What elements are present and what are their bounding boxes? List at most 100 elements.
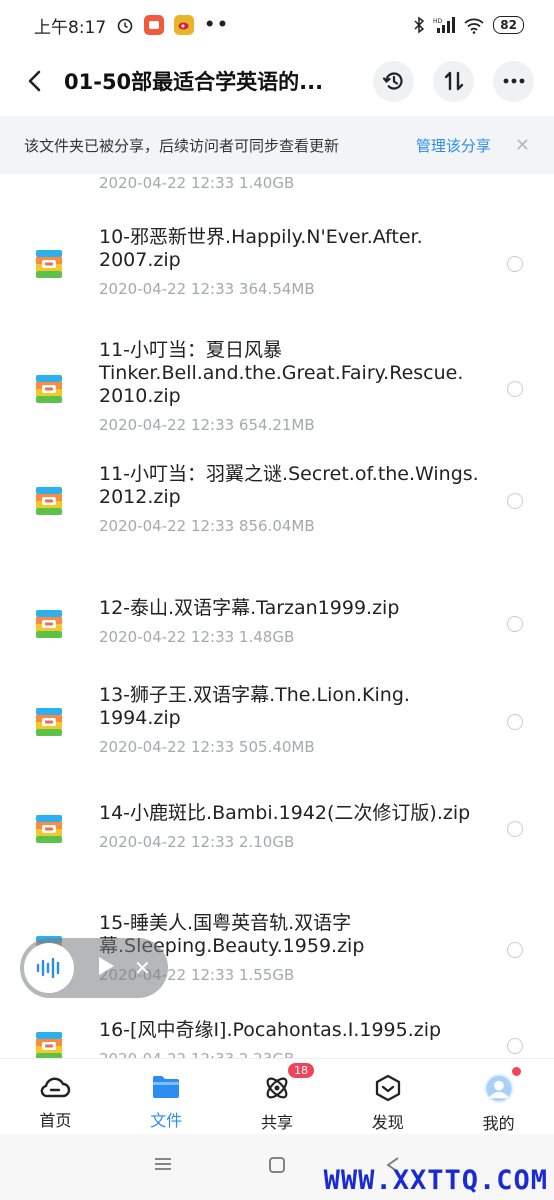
file-name: 12-泰山.双语字幕.Tarzan1999.zip: [99, 597, 479, 620]
file-meta: 2020-04-22 12:33 364.54MB: [99, 280, 315, 298]
select-radio[interactable]: [507, 256, 523, 272]
file-row[interactable]: 12-泰山.双语字幕.Tarzan1999.zip 2020-04-22 12:3…: [0, 597, 554, 660]
header: 01-50部最适合学英语的...: [0, 50, 554, 112]
zip-file-icon: [36, 609, 62, 638]
notification-badge: 18: [288, 1063, 315, 1078]
nav-item-home[interactable]: 首页: [0, 1059, 111, 1134]
file-name-line: 15-睡美人.国粤英音轨.双语字: [99, 912, 352, 934]
file-name-line: 11-小叮当：羽翼之谜.Secret.of.the.Wings.: [99, 463, 479, 485]
file-meta: 2020-04-22 12:33 505.40MB: [99, 738, 315, 756]
nav-item-files[interactable]: 文件: [111, 1059, 222, 1134]
nav-item-discover[interactable]: 发现: [332, 1059, 443, 1134]
status-bar: 上午8:17 •• HD 82: [0, 0, 554, 50]
file-name: 11-小叮当：羽翼之谜.Secret.of.the.Wings. 2012.zip: [99, 463, 479, 509]
sort-icon: [444, 71, 463, 91]
weibo-icon: [174, 15, 195, 35]
nav-label: 首页: [39, 1111, 72, 1130]
bluetooth-icon: [413, 16, 425, 34]
nav-label: 共享: [260, 1113, 293, 1132]
file-name: 16-[风中奇缘I].Pocahontas.I.1995.zip: [99, 1019, 479, 1042]
history-button[interactable]: [373, 60, 414, 102]
nav-item-share[interactable]: 18 共享: [222, 1059, 333, 1134]
wifi-icon: [463, 16, 485, 34]
select-radio[interactable]: [507, 942, 523, 958]
file-row[interactable]: 14-小鹿斑比.Bambi.1942(二次修订版).zip 2020-04-22 …: [0, 802, 554, 865]
file-name: 13-狮子王.双语字幕.The.Lion.King. 1994.zip: [99, 684, 479, 730]
file-name-line: 14-小鹿斑比.Bambi.1942(二次修订版).zip: [99, 802, 471, 824]
file-row[interactable]: 11-小叮当：夏日风暴 Tinker.Bell.and.the.Great.Fai…: [0, 339, 554, 448]
file-name-line: 2012.zip: [99, 486, 181, 508]
home-square-icon[interactable]: [268, 1156, 286, 1178]
file-name-line: 11-小叮当：夏日风暴: [99, 339, 283, 361]
nav-item-me[interactable]: 我的: [443, 1059, 554, 1134]
file-meta: 2020-04-22 12:33 2.23GB: [99, 1050, 294, 1058]
sort-button[interactable]: [433, 60, 474, 102]
zip-file-icon: [36, 250, 62, 278]
discover-cube-icon: [375, 1074, 400, 1102]
file-name: 11-小叮当：夏日风暴 Tinker.Bell.and.the.Great.Fai…: [99, 339, 479, 408]
more-button[interactable]: [493, 60, 534, 102]
back-button[interactable]: [20, 61, 50, 101]
file-meta: 2020-04-22 12:33 1.48GB: [99, 628, 295, 646]
nav-label: 我的: [482, 1114, 515, 1133]
file-name-line: 2010.zip: [99, 385, 181, 407]
nav-label: 文件: [150, 1111, 183, 1130]
zip-file-icon: [36, 374, 62, 403]
file-name: 14-小鹿斑比.Bambi.1942(二次修订版).zip: [99, 802, 479, 825]
more-dots-icon: [503, 78, 524, 84]
file-name-line: 10-邪恶新世界.Happily.N'Ever.After.: [99, 226, 423, 248]
app-notification-icon: [144, 15, 165, 35]
bottom-nav: 首页 文件 18 共享 发现 我的: [0, 1058, 554, 1134]
cloud-icon: [41, 1077, 71, 1098]
file-meta: 2020-04-22 12:33 654.21MB: [99, 416, 315, 434]
file-list: 2020-04-22 12:33 1.40GB 10-邪恶新世界.Happily…: [0, 174, 554, 1058]
nav-label: 发现: [371, 1113, 404, 1132]
battery-indicator: 82: [493, 16, 524, 34]
file-row[interactable]: 13-狮子王.双语字幕.The.Lion.King. 1994.zip 2020-0…: [0, 684, 554, 770]
share-atom-icon: [266, 1077, 288, 1099]
file-meta: 2020-04-22 12:33 2.10GB: [99, 833, 295, 851]
select-radio[interactable]: [507, 615, 523, 632]
notification-dot: [511, 1067, 521, 1076]
select-radio[interactable]: [507, 493, 523, 509]
select-radio[interactable]: [507, 714, 523, 730]
zip-file-icon: [36, 814, 62, 843]
folder-icon: [153, 1076, 180, 1098]
back-arrow-icon: [28, 70, 41, 92]
select-radio[interactable]: [507, 820, 523, 837]
file-name-line: 16-[风中奇缘I].Pocahontas.I.1995.zip: [99, 1019, 442, 1041]
file-row[interactable]: 16-[风中奇缘I].Pocahontas.I.1995.zip 2020-04-…: [0, 1019, 554, 1058]
audio-wave-icon: [24, 943, 74, 993]
watermark: WWW.XXTTQ.COM: [323, 1165, 548, 1196]
avatar-icon: [484, 1073, 514, 1104]
system-nav-bar: WWW.XXTTQ.COM: [0, 1134, 554, 1200]
menu-icon[interactable]: [153, 1156, 173, 1176]
file-row[interactable]: 11-小叮当：羽翼之谜.Secret.of.the.Wings. 2012.zip…: [0, 463, 554, 549]
signal-icon: HD: [433, 16, 456, 34]
file-row[interactable]: 10-邪恶新世界.Happily.N'Ever.After. 2007.zip 20…: [0, 226, 554, 312]
select-radio[interactable]: [507, 380, 523, 397]
manage-share-link[interactable]: 管理该分享: [416, 135, 491, 156]
file-name-line: 2007.zip: [99, 249, 181, 271]
zip-file-icon: [36, 487, 62, 515]
file-name-line: Tinker.Bell.and.the.Great.Fairy.Rescue.: [99, 362, 464, 384]
file-name-line: 1994.zip: [99, 707, 181, 729]
file-name-line: 12-泰山.双语字幕.Tarzan1999.zip: [99, 597, 400, 619]
history-icon: [382, 72, 403, 90]
file-name: 10-邪恶新世界.Happily.N'Ever.After. 2007.zip: [99, 226, 479, 272]
file-meta: 2020-04-22 12:33 1.40GB: [99, 174, 295, 192]
page-title: 01-50部最适合学英语的...: [64, 70, 324, 94]
close-banner-button[interactable]: ✕: [515, 135, 530, 156]
file-meta: 2020-04-22 12:33 856.04MB: [99, 517, 315, 535]
file-name-line: 13-狮子王.双语字幕.The.Lion.King.: [99, 684, 410, 706]
floating-audio-player[interactable]: ✕: [20, 938, 168, 998]
close-player-icon[interactable]: ✕: [134, 956, 151, 980]
select-radio[interactable]: [507, 1037, 523, 1054]
zip-file-icon: [36, 1031, 62, 1058]
zip-file-icon: [36, 708, 62, 736]
more-notifications-icon: ••: [204, 15, 230, 35]
network-type-label: HD: [433, 18, 443, 25]
share-banner-text: 该文件夹已被分享，后续访问者可同步查看更新: [24, 136, 340, 155]
play-icon[interactable]: [96, 955, 116, 981]
share-banner: 该文件夹已被分享，后续访问者可同步查看更新 管理该分享 ✕: [0, 116, 554, 174]
